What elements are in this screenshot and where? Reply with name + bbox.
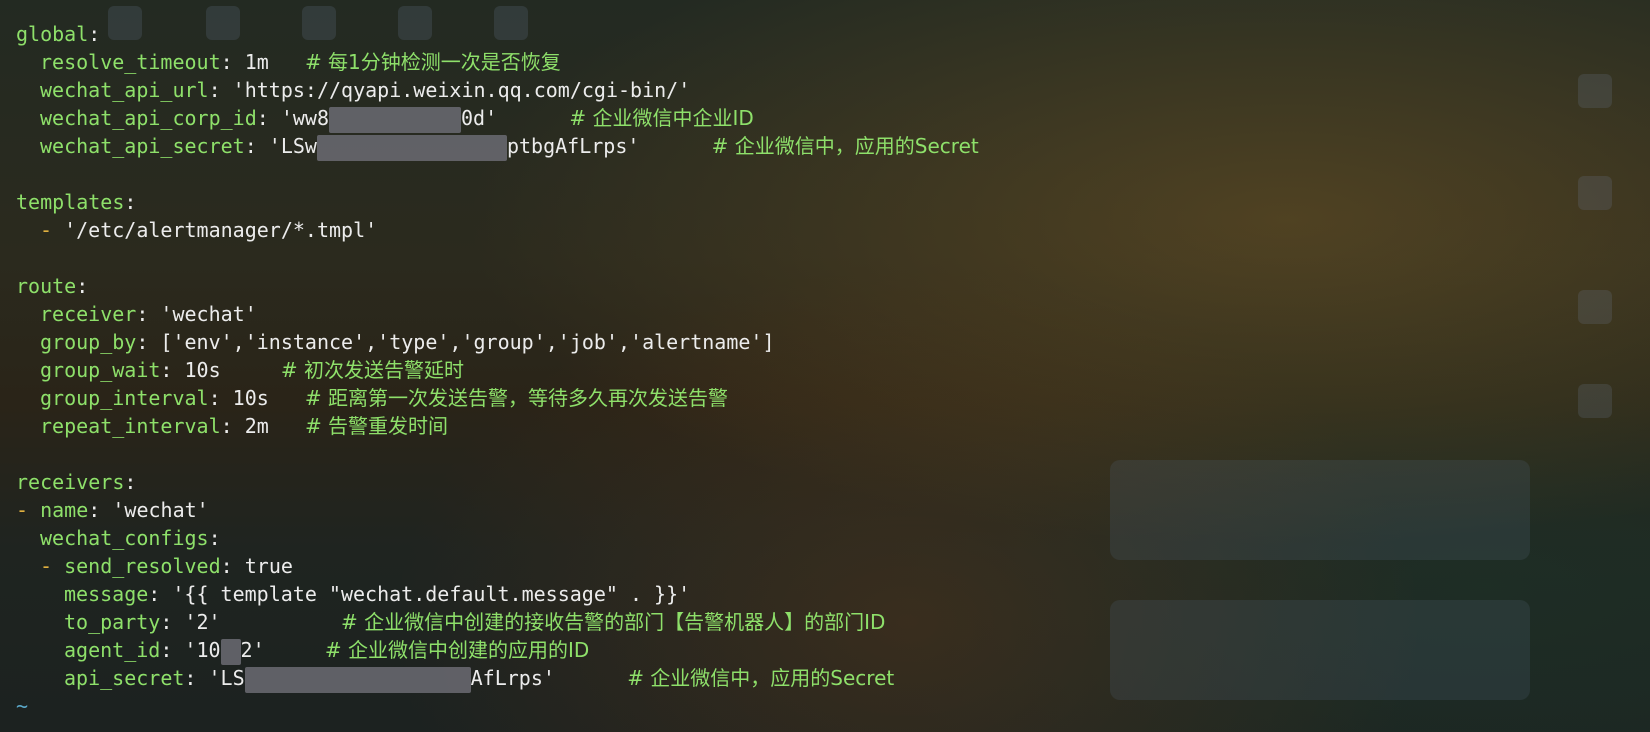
config-line: global: bbox=[16, 22, 101, 46]
config-line: group_by: ['env','instance','type','grou… bbox=[40, 330, 775, 354]
redaction-box bbox=[329, 106, 462, 133]
config-line: to_party: '2' # 企业微信中创建的接收告警的部门【告警机器人】的部… bbox=[64, 610, 886, 634]
config-line: route: bbox=[16, 274, 89, 298]
config-line: receiver: 'wechat' bbox=[40, 302, 257, 326]
config-line: wechat_api_secret: 'LSw ptbgAfLrps' # 企业微… bbox=[40, 132, 979, 161]
config-line: resolve_timeout: 1m # 每1分钟检测一次是否恢复 bbox=[40, 50, 561, 74]
config-line: receivers: bbox=[16, 470, 137, 494]
config-line: api_secret: 'LS AfLrps' # 企业微信中，应用的Secret bbox=[64, 664, 894, 693]
config-line: agent_id: '10 2' # 企业微信中创建的应用的ID bbox=[64, 636, 589, 665]
config-line: group_interval: 10s # 距离第一次发送告警，等待多久再次发送… bbox=[40, 386, 729, 410]
redaction-box bbox=[316, 134, 507, 161]
redaction-box bbox=[244, 666, 471, 693]
config-line: - '/etc/alertmanager/*.tmpl' bbox=[40, 218, 378, 242]
config-line: templates: bbox=[16, 190, 137, 214]
config-line: group_wait: 10s # 初次发送告警延时 bbox=[40, 358, 464, 382]
config-line: - send_resolved: true bbox=[40, 554, 293, 578]
empty-line-tilde: ~ bbox=[16, 694, 29, 718]
config-line: wechat_api_corp_id: 'ww8 0d' # 企业微信中企业ID bbox=[40, 104, 754, 133]
config-line: - name: 'wechat' bbox=[16, 498, 209, 522]
terminal-window[interactable]: global: resolve_timeout: 1m # 每1分钟检测一次是否… bbox=[0, 0, 1650, 732]
config-line: wechat_configs: bbox=[40, 526, 221, 550]
config-line: message: '{{ template "wechat.default.me… bbox=[64, 582, 691, 606]
config-line: repeat_interval: 2m # 告警重发时间 bbox=[40, 414, 449, 438]
config-line: wechat_api_url: 'https://qyapi.weixin.qq… bbox=[40, 78, 691, 102]
redaction-box bbox=[220, 638, 241, 665]
